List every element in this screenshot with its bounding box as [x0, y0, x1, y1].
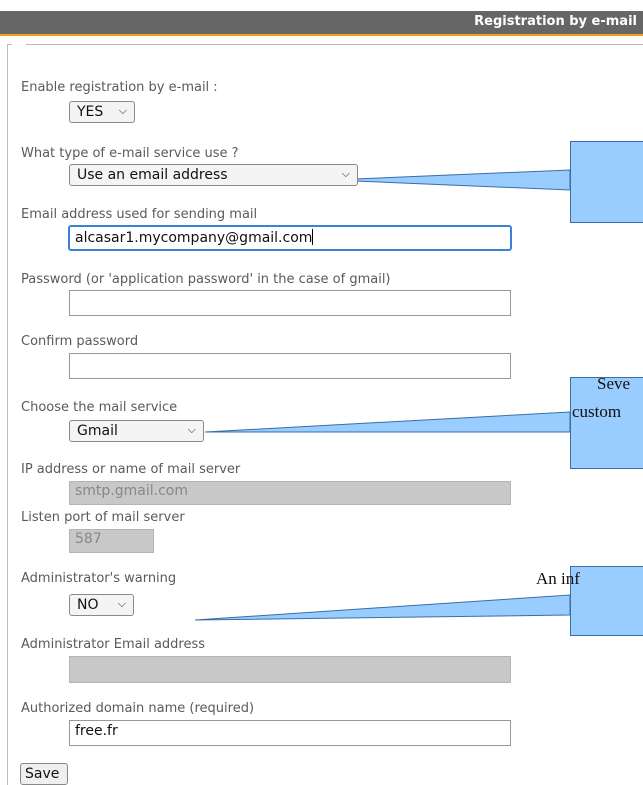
domain-input[interactable]: free.fr — [69, 720, 511, 746]
confirm-password-input[interactable] — [69, 353, 511, 379]
chevron-down-icon: ⌵ — [118, 104, 127, 117]
callout-admin-warning — [570, 566, 643, 636]
sender-email-input[interactable]: alcasar1.mycompany@gmail.com — [68, 225, 512, 251]
callout-mail-service-text-2: custom — [572, 402, 622, 421]
port-input[interactable]: 587 — [69, 529, 154, 553]
port-value: 587 — [75, 531, 102, 547]
mail-service-label: Choose the mail service — [21, 400, 178, 415]
mail-server-label: IP address or name of mail server — [21, 462, 241, 477]
service-type-label: What type of e-mail service use ? — [21, 146, 239, 161]
admin-email-input[interactable] — [69, 656, 511, 683]
mail-service-select[interactable]: Gmail ⌵ — [69, 420, 204, 442]
enable-select[interactable]: YES ⌵ — [69, 101, 135, 123]
password-label: Password (or 'application password' in t… — [21, 272, 391, 287]
callout-mail-service-text: Seve — [597, 374, 631, 393]
callout-service-type — [570, 141, 643, 223]
admin-warning-label: Administrator's warning — [21, 571, 177, 586]
chevron-down-icon: ⌵ — [117, 597, 126, 610]
callout-mail-service: Seve — [570, 374, 643, 469]
sender-email-label: Email address used for sending mail — [21, 207, 258, 222]
mail-service-select-value: Gmail — [77, 423, 118, 439]
service-type-select[interactable]: Use an email address ⌵ — [69, 164, 358, 186]
service-type-select-value: Use an email address — [77, 167, 228, 183]
chevron-down-icon: ⌵ — [341, 167, 350, 180]
admin-warning-select[interactable]: NO ⌵ — [69, 594, 134, 616]
callout-admin-warning-text: An inf — [536, 569, 580, 588]
enable-label: Enable registration by e-mail : — [21, 80, 218, 95]
domain-value: free.fr — [75, 723, 118, 739]
admin-warning-select-value: NO — [77, 597, 99, 613]
port-label: Listen port of mail server — [21, 510, 185, 525]
chevron-down-icon: ⌵ — [187, 423, 196, 436]
password-input[interactable] — [69, 290, 511, 316]
domain-label: Authorized domain name (required) — [21, 701, 255, 716]
enable-select-value: YES — [77, 104, 104, 120]
save-button[interactable]: Save — [20, 763, 68, 785]
text-caret — [312, 229, 314, 245]
sender-email-value: alcasar1.mycompany@gmail.com — [75, 230, 313, 246]
mail-server-value: smtp.gmail.com — [75, 483, 188, 499]
mail-server-input[interactable]: smtp.gmail.com — [69, 481, 511, 505]
confirm-password-label: Confirm password — [21, 334, 139, 349]
admin-email-label: Administrator Email address — [21, 637, 206, 652]
